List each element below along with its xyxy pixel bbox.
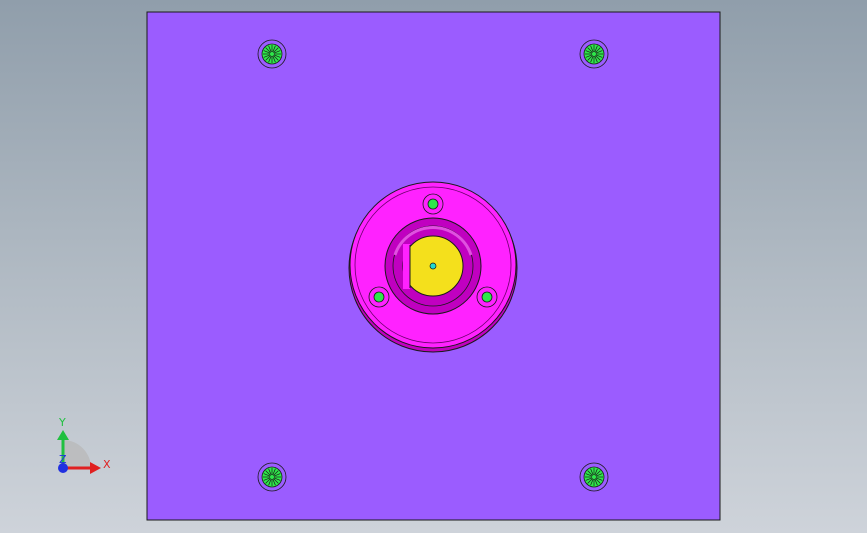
screw-hole-bottom-right[interactable] <box>579 462 609 492</box>
screw-hole-bottom-left[interactable] <box>257 462 287 492</box>
flange-hole-bore <box>481 291 493 303</box>
y-axis-label: Y <box>58 416 66 429</box>
flange-hole-bore <box>373 291 385 303</box>
flange-hole-bore <box>427 198 439 210</box>
flange-hole-left[interactable] <box>368 286 390 308</box>
x-axis-label: X <box>103 458 111 471</box>
sprue-center-point[interactable] <box>429 262 437 270</box>
z-axis-label: Z <box>59 453 67 466</box>
coordinate-triad: Y X Z <box>57 416 111 474</box>
screw-hole-top-right[interactable] <box>579 39 609 69</box>
sprue-bushing-flat <box>403 244 410 289</box>
triad-rotation-arc <box>63 440 91 468</box>
flange-hole-top[interactable] <box>422 193 444 215</box>
x-axis-arrow <box>90 462 101 474</box>
screw-hole-top-left[interactable] <box>257 39 287 69</box>
flange-hole-right[interactable] <box>476 286 498 308</box>
y-axis-arrow <box>57 430 69 440</box>
cad-graphics-viewport[interactable]: Y X Z <box>0 0 867 533</box>
